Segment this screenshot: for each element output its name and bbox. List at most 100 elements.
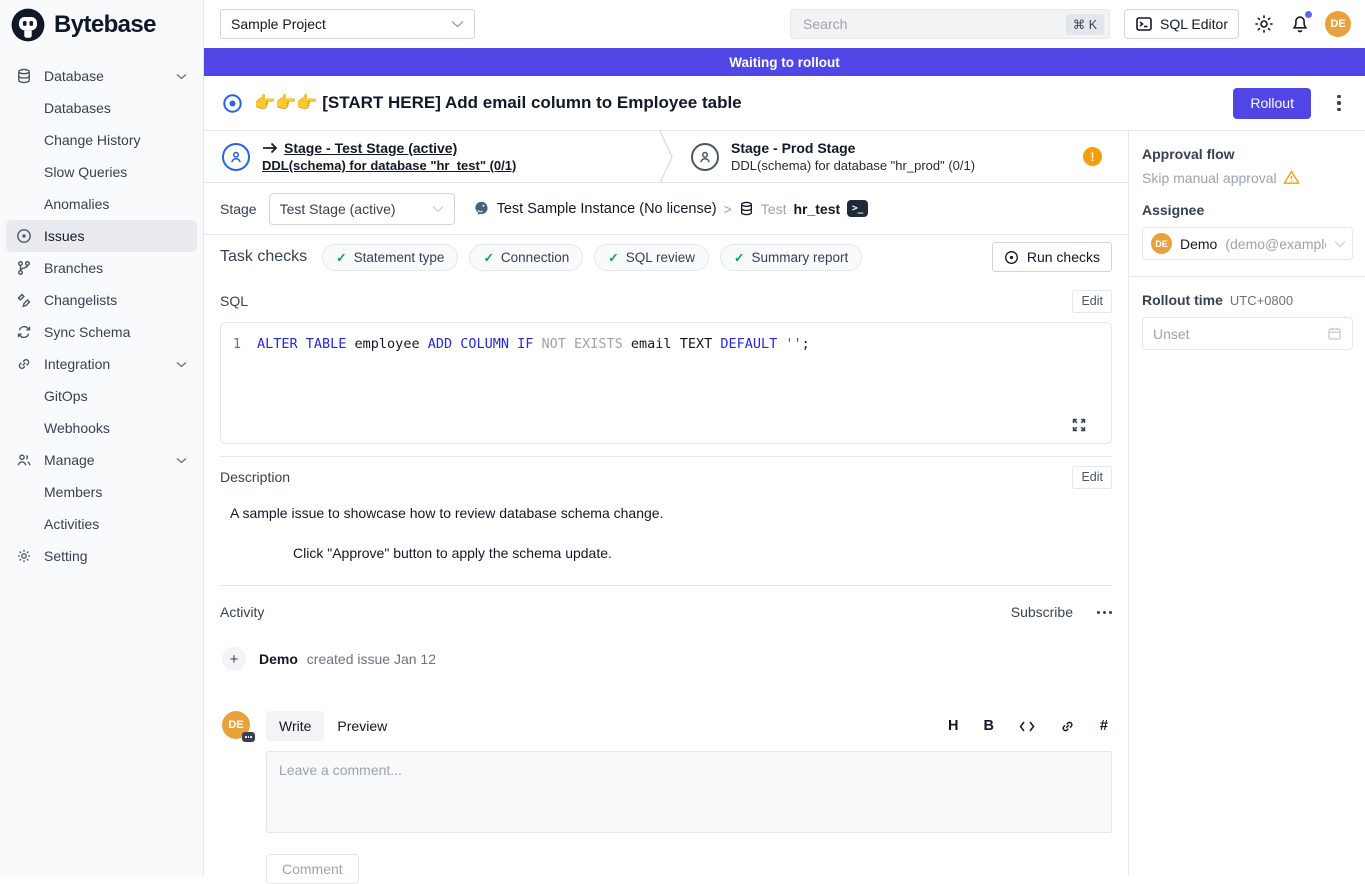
sql-editor-button-label: SQL Editor xyxy=(1160,16,1228,32)
rollout-time-title: Rollout time xyxy=(1142,292,1223,308)
approval-flow-title: Approval flow xyxy=(1142,146,1353,162)
check-pill-connection[interactable]: ✓ Connection xyxy=(469,244,583,271)
sidebar-item-gitops[interactable]: GitOps xyxy=(6,380,197,412)
heading-icon[interactable]: H xyxy=(948,718,958,734)
project-selector[interactable]: Sample Project xyxy=(220,9,475,39)
comment-submit-button[interactable]: Comment xyxy=(266,854,359,884)
plus-icon: + xyxy=(222,647,246,671)
activity-menu-icon[interactable] xyxy=(1097,611,1112,614)
stage-title: Stage - Test Stage (active) xyxy=(284,140,457,156)
kebab-menu-icon[interactable] xyxy=(1335,95,1343,112)
search-input[interactable] xyxy=(801,15,1066,33)
sidebar-item-activities[interactable]: Activities xyxy=(6,508,197,540)
rollout-button[interactable]: Rollout xyxy=(1233,88,1311,119)
sidebar-item-integration[interactable]: Integration xyxy=(6,348,197,380)
issue-status-icon xyxy=(222,93,243,114)
description-edit-button[interactable]: Edit xyxy=(1072,466,1112,489)
warning-triangle-icon xyxy=(1283,169,1300,186)
stage-select[interactable]: Test Stage (active) xyxy=(269,193,455,225)
sidebar-item-webhooks[interactable]: Webhooks xyxy=(6,412,197,444)
check-pass-icon: ✓ xyxy=(608,250,618,265)
user-avatar[interactable]: DE xyxy=(1325,11,1351,37)
run-icon xyxy=(1004,250,1019,265)
sql-token: ; xyxy=(802,336,810,352)
run-checks-button[interactable]: Run checks xyxy=(992,242,1112,272)
sidebar-item-slow-queries[interactable]: Slow Queries xyxy=(6,156,197,188)
brand-logo[interactable]: Bytebase xyxy=(0,0,203,50)
stage-card-test[interactable]: Stage - Test Stage (active) DDL(schema) … xyxy=(204,131,659,182)
issue-sidebar-panel: Approval flow Skip manual approval Assig… xyxy=(1128,131,1365,876)
open-in-sql-editor-icon[interactable]: >_ xyxy=(847,200,868,217)
sidebar-item-branches[interactable]: Branches xyxy=(6,252,197,284)
chevron-down-icon xyxy=(432,205,444,213)
issue-title-emoji: 👉👉👉 xyxy=(254,93,318,112)
sidebar-item-label: Databases xyxy=(44,100,187,116)
sidebar-item-members[interactable]: Members xyxy=(6,476,197,508)
description-section: Description Edit A sample issue to showc… xyxy=(204,457,1128,586)
postgresql-icon xyxy=(473,200,490,217)
rollout-time-input[interactable]: Unset xyxy=(1142,317,1353,350)
issue-title: 👉👉👉 [START HERE] Add email column to Emp… xyxy=(254,93,742,113)
sidebar-item-anomalies[interactable]: Anomalies xyxy=(6,188,197,220)
activity-actor[interactable]: Demo xyxy=(259,651,298,667)
activity-title: Activity xyxy=(220,604,264,620)
instance-name[interactable]: Test Sample Instance (No license) xyxy=(497,201,717,217)
global-search[interactable]: ⌘ K xyxy=(790,9,1110,39)
sql-editor-button[interactable]: SQL Editor xyxy=(1124,9,1239,39)
sql-editor[interactable]: 1 ALTER TABLE employee ADD COLUMN IF NOT… xyxy=(220,322,1112,444)
sidebar-nav: Database Databases Change History Slow Q… xyxy=(0,50,203,572)
link-icon[interactable] xyxy=(1060,719,1075,734)
code-icon[interactable] xyxy=(1019,720,1035,733)
topbar: Sample Project ⌘ K SQL Editor xyxy=(204,0,1365,48)
stage-card-prod[interactable]: Stage - Prod Stage DDL(schema) for datab… xyxy=(673,131,1128,182)
sidebar-item-label: Integration xyxy=(44,356,176,372)
line-number: 1 xyxy=(221,336,257,352)
timezone-label: UTC+0800 xyxy=(1230,293,1293,308)
breadcrumb-separator: > xyxy=(724,201,732,217)
sidebar-item-label: Database xyxy=(44,68,176,84)
sidebar-item-database[interactable]: Database xyxy=(6,60,197,92)
notifications-bell-icon[interactable] xyxy=(1289,13,1311,35)
hash-icon[interactable]: # xyxy=(1100,718,1108,734)
database-icon xyxy=(739,201,754,216)
sidebar-item-changelists[interactable]: Changelists xyxy=(6,284,197,316)
sql-token: NOT EXISTS xyxy=(542,336,631,352)
bytebase-logo-icon xyxy=(10,7,46,43)
comment-tabs: Write Preview H B xyxy=(266,711,1112,741)
attention-icon: ! xyxy=(1083,147,1102,166)
sidebar-item-label: Branches xyxy=(44,260,187,276)
sidebar-item-label: GitOps xyxy=(44,388,187,404)
sidebar-item-sync-schema[interactable]: Sync Schema xyxy=(6,316,197,348)
stage-subtitle: DDL(schema) for database "hr_test" (0/1) xyxy=(262,158,516,173)
issue-title-text: [START HERE] Add email column to Employe… xyxy=(322,93,741,112)
bold-icon[interactable]: B xyxy=(983,718,993,734)
database-name[interactable]: hr_test xyxy=(793,201,840,217)
stage-subtitle: DDL(schema) for database "hr_prod" (0/1) xyxy=(731,158,975,173)
sidebar-item-change-history[interactable]: Change History xyxy=(6,124,197,156)
sidebar-item-manage[interactable]: Manage xyxy=(6,444,197,476)
subscribe-button[interactable]: Subscribe xyxy=(1011,604,1073,620)
check-pill-sql-review[interactable]: ✓ SQL review xyxy=(594,244,709,271)
run-checks-label: Run checks xyxy=(1027,249,1100,265)
sql-code-line: 1 ALTER TABLE employee ADD COLUMN IF NOT… xyxy=(221,336,1111,352)
sql-edit-button[interactable]: Edit xyxy=(1072,290,1112,313)
sidebar-item-label: Webhooks xyxy=(44,420,187,436)
sidebar-item-issues[interactable]: Issues xyxy=(6,220,197,252)
settings-gear-icon[interactable] xyxy=(1253,13,1275,35)
check-pill-summary-report[interactable]: ✓ Summary report xyxy=(720,244,862,271)
sql-section-title: SQL xyxy=(220,293,248,309)
assignee-select[interactable]: DE Demo (demo@example xyxy=(1142,227,1353,260)
sidebar-item-label: Issues xyxy=(44,228,187,244)
comment-input[interactable] xyxy=(266,751,1112,833)
check-pass-icon: ✓ xyxy=(336,250,346,265)
comment-editor: DE Write Preview H B xyxy=(220,711,1112,884)
speech-bubble-badge xyxy=(242,732,255,742)
check-pill-statement-type[interactable]: ✓ Statement type xyxy=(322,244,458,271)
sidebar-item-databases[interactable]: Databases xyxy=(6,92,197,124)
stage-card-text: Stage - Prod Stage DDL(schema) for datab… xyxy=(731,140,975,173)
tab-preview[interactable]: Preview xyxy=(324,711,400,741)
chevron-down-icon xyxy=(176,361,187,368)
expand-editor-icon[interactable] xyxy=(1071,417,1087,433)
tab-write[interactable]: Write xyxy=(266,711,324,741)
sidebar-item-setting[interactable]: Setting xyxy=(6,540,197,572)
